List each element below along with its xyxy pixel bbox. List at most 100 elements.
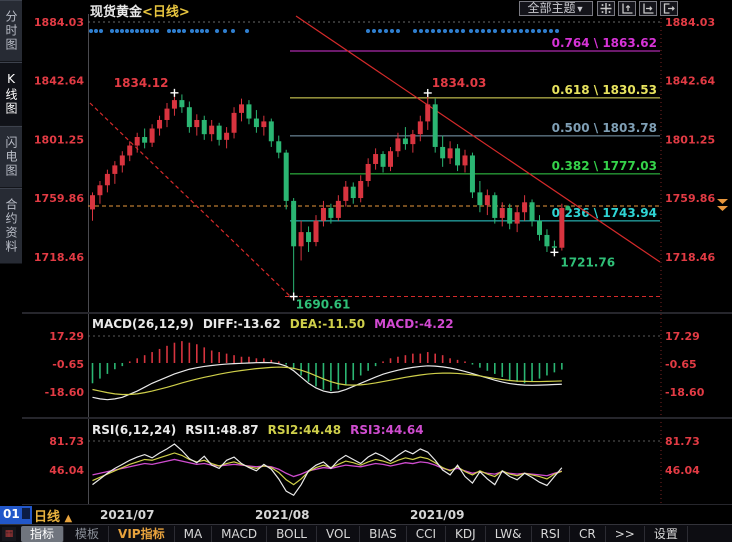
- candle-body: [336, 201, 341, 218]
- toolbar-tab-CCI[interactable]: CCI: [407, 526, 446, 542]
- candle-body: [172, 100, 177, 109]
- macd-y-tick-left: -18.60: [45, 386, 85, 399]
- candle-body: [217, 126, 222, 140]
- signal-dot: [99, 29, 103, 33]
- rsi-y-tick-left: 46.04: [49, 464, 84, 477]
- candle-body: [463, 155, 468, 165]
- toolbar-tab-MACD[interactable]: MACD: [212, 526, 267, 542]
- candle-body: [530, 202, 535, 220]
- popout-pane-icon[interactable]: [660, 1, 678, 16]
- signal-dot: [366, 29, 370, 33]
- signal-dot: [231, 29, 235, 33]
- x-axis-tick-2: 2021/09: [410, 508, 464, 522]
- x-axis-tick-1: 2021/08: [255, 508, 309, 522]
- signal-dot: [125, 29, 129, 33]
- chart-title: 现货黄金<日线>: [90, 1, 190, 20]
- signal-dot: [396, 29, 400, 33]
- toolbar-tab-RSI[interactable]: RSI: [532, 526, 571, 542]
- fib-label-0.618: 0.618 \ 1830.53: [552, 83, 657, 97]
- toolbar-tab-LW&[interactable]: LW&: [486, 526, 532, 542]
- divider-main-macd: [22, 312, 732, 314]
- macd-y-tick-right: 17.29: [665, 330, 700, 343]
- fit-horizontal-axis-icon[interactable]: [639, 1, 657, 16]
- macd-dea-line: [93, 367, 562, 394]
- candle-body: [291, 201, 296, 246]
- sidebar-item-0[interactable]: 分时图: [0, 0, 22, 62]
- signal-dot: [120, 29, 124, 33]
- signal-dot: [372, 29, 376, 33]
- signal-dot: [172, 29, 176, 33]
- rsi-y-tick-right: 81.73: [665, 435, 700, 448]
- candle-body: [507, 208, 512, 224]
- candle-body: [328, 208, 333, 218]
- candle-body: [97, 185, 102, 195]
- sidebar-item-1[interactable]: K线图: [0, 62, 22, 126]
- candle-body: [299, 232, 304, 246]
- main-y-tick-left: 1759.86: [34, 192, 84, 205]
- fib-label-0.764: 0.764 \ 1863.62: [552, 36, 657, 50]
- signal-dot: [425, 29, 429, 33]
- signal-dot: [110, 29, 114, 33]
- last-close-dot: [565, 205, 570, 210]
- signal-dot: [384, 29, 388, 33]
- signal-dot: [245, 29, 249, 33]
- candle-body: [187, 107, 192, 127]
- signal-dot: [378, 29, 382, 33]
- trendline-0: [90, 103, 292, 298]
- fib-label-0.500: 0.500 \ 1803.78: [552, 121, 657, 135]
- toolbar-tab-指标[interactable]: 指标: [21, 526, 64, 542]
- toolbar-tab-模板[interactable]: 模板: [66, 526, 109, 542]
- sidebar-item-3[interactable]: 合约资料: [0, 188, 22, 264]
- main-y-tick-left: 1718.46: [34, 251, 84, 264]
- price-seek-marker[interactable]: [717, 199, 728, 211]
- macd-header: MACD(26,12,9)DIFF:-13.62DEA:-11.50MACD:-…: [92, 317, 463, 331]
- signal-dot: [115, 29, 119, 33]
- rsi-header: RSI(6,12,24)RSI1:48.87RSI2:44.48RSI3:44.…: [92, 423, 433, 437]
- rsi-header-segment-0: RSI(6,12,24): [92, 423, 176, 437]
- main-y-tick-right: 1801.25: [665, 133, 715, 146]
- rsi2-line: [93, 453, 562, 485]
- candle-body: [269, 121, 274, 141]
- toolbar-tab-CR[interactable]: CR: [570, 526, 606, 542]
- signal-dot: [200, 29, 204, 33]
- candle-body: [388, 151, 393, 167]
- toolbar-tab-BIAS[interactable]: BIAS: [360, 526, 407, 542]
- theme-dropdown[interactable]: 全部主题▼: [519, 1, 593, 16]
- toolbar-tab-VOL[interactable]: VOL: [317, 526, 360, 542]
- indicator-toolbar: ▦ 指标模板VIP指标MAMACDBOLLVOLBIASCCIKDJLW&RSI…: [0, 524, 732, 542]
- candle-body: [440, 147, 445, 158]
- toolbar-tab->>[interactable]: >>: [606, 526, 645, 542]
- candle-body: [239, 104, 244, 113]
- candle-body: [358, 181, 363, 198]
- candle-body: [351, 187, 356, 198]
- fit-vertical-axis-icon[interactable]: [618, 1, 636, 16]
- toolbar-tab-MA[interactable]: MA: [175, 526, 213, 542]
- rsi-header-segment-2: RSI2:44.48: [268, 423, 341, 437]
- candle-body: [179, 100, 184, 107]
- signal-dot: [150, 29, 154, 33]
- x-axis-row: 01 日线 ▲ 2021/072021/082021/09: [0, 505, 732, 524]
- toolbar-tab-BOLL[interactable]: BOLL: [267, 526, 317, 542]
- pan-tool-icon[interactable]: [597, 1, 615, 16]
- toolbar-tab-设置[interactable]: 设置: [645, 526, 688, 542]
- period-selector[interactable]: 日线 ▲: [34, 506, 72, 525]
- toolbar-grip-icon[interactable]: ▦: [2, 527, 16, 541]
- candle-body: [194, 120, 199, 127]
- price-chart-canvas[interactable]: 0.764 \ 1863.62 0.618 \ 1830.53 0.500 \ 18…: [0, 0, 732, 542]
- sidebar-item-2[interactable]: 闪电图: [0, 126, 22, 188]
- main-y-tick-right: 1759.86: [665, 192, 715, 205]
- candle-body: [433, 104, 438, 147]
- main-y-tick-right: 1842.64: [665, 75, 715, 88]
- candle-body: [477, 192, 482, 205]
- candle-body: [127, 146, 132, 156]
- signal-dot: [461, 29, 465, 33]
- window-number-badge[interactable]: 01: [0, 506, 32, 524]
- toolbar-tab-VIP指标[interactable]: VIP指标: [109, 526, 175, 542]
- candle-body: [90, 195, 95, 209]
- candle-body: [373, 154, 378, 164]
- candle-body: [403, 138, 408, 144]
- signal-dot: [455, 29, 459, 33]
- toolbar-tab-KDJ[interactable]: KDJ: [446, 526, 486, 542]
- candle-body: [552, 246, 557, 248]
- candle-body: [284, 153, 289, 201]
